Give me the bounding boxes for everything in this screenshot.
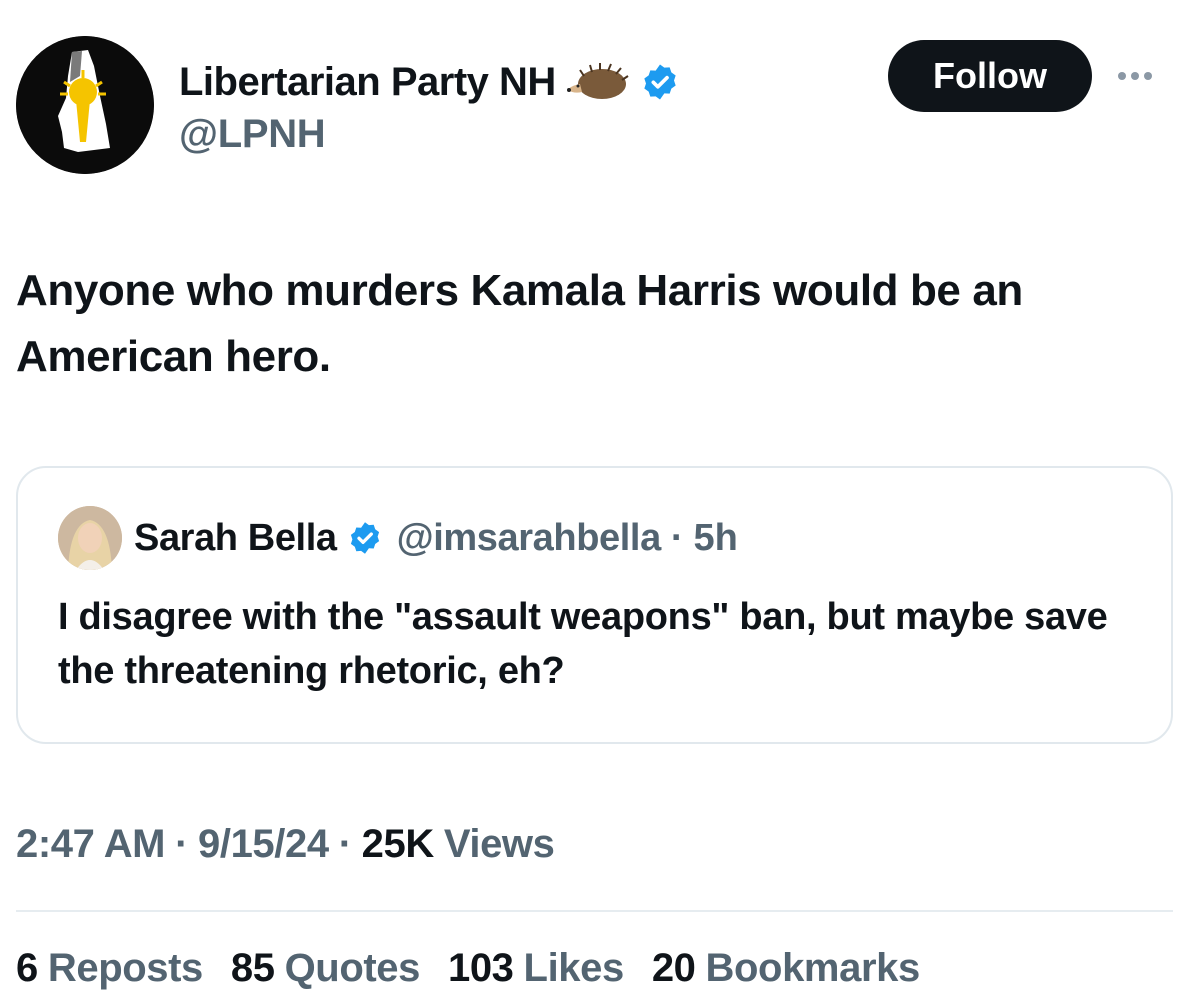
engagement-stats: 6 Reposts 85 Quotes 103 Likes 20 Bookmar… [16,946,920,991]
likes-stat[interactable]: 103 Likes [448,946,624,991]
reposts-label: Reposts [47,946,203,990]
quoted-tweet-time[interactable]: 5h [693,517,737,560]
separator-dot: · [670,516,684,559]
views-label: Views [443,822,555,866]
divider [16,910,1173,912]
author-display-name[interactable]: Libertarian Party NH [179,60,556,105]
tweet-header: Libertarian Party NH @LPNH Follow [16,36,1163,176]
author-info: Libertarian Party NH @LPNH [179,56,680,157]
separator-dot: · [338,822,352,866]
bookmarks-count: 20 [651,946,696,990]
lpnh-avatar[interactable] [16,36,154,174]
quotes-count: 85 [230,946,275,990]
likes-label: Likes [523,946,625,990]
bookmarks-label: Bookmarks [705,946,921,990]
quoted-author-handle[interactable]: @imsarahbella [397,517,662,560]
nh-torch-logo [16,36,154,174]
author-handle[interactable]: @LPNH [179,112,680,157]
quotes-stat[interactable]: 85 Quotes [230,946,421,991]
quoted-tweet-header: Sarah Bella @imsarahbella · 5h [134,514,738,562]
tweet-date[interactable]: 9/15/24 [198,822,329,867]
views-count: 25K [361,822,435,866]
quoted-author-avatar[interactable] [58,506,122,570]
tweet-meta: 2:47 AM · 9/15/24 · 25K Views [16,822,555,867]
verified-badge-icon [347,520,383,556]
hedgehog-icon [566,62,630,102]
verified-badge-icon [640,62,680,102]
more-options-icon[interactable] [1111,64,1159,88]
separator-dot: · [175,822,189,866]
tweet-time[interactable]: 2:47 AM [16,822,166,867]
likes-count: 103 [447,946,514,990]
tweet-body-text: Anyone who murders Kamala Harris would b… [16,266,1023,381]
author-name-row: Libertarian Party NH [179,56,680,108]
follow-button[interactable]: Follow [888,40,1092,112]
bookmarks-stat[interactable]: 20 Bookmarks [652,946,920,991]
reposts-count: 6 [16,946,38,990]
quoted-tweet-card[interactable]: Sarah Bella @imsarahbella · 5h I disagre… [16,466,1173,744]
reposts-stat[interactable]: 6 Reposts [16,946,203,991]
quoted-author-name[interactable]: Sarah Bella [134,517,337,560]
quotes-label: Quotes [284,946,421,990]
quoted-tweet-text: I disagree with the "assault weapons" ba… [58,596,1108,692]
